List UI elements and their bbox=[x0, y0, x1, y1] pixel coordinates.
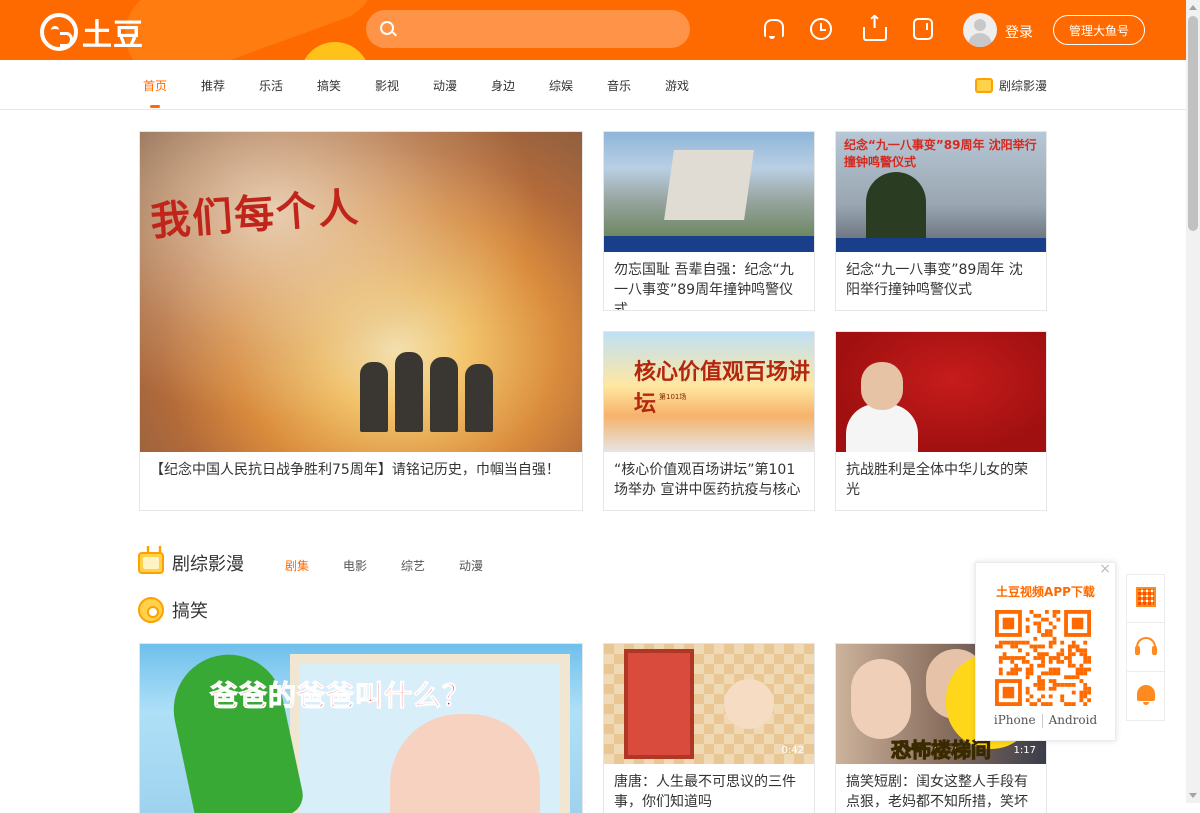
nav-item-anime[interactable]: 动漫 bbox=[433, 77, 457, 94]
card-title[interactable]: 抗战胜利是全体中华儿女的荣光 bbox=[846, 460, 1036, 500]
avatar[interactable] bbox=[963, 13, 997, 47]
qr-code-icon bbox=[1136, 587, 1156, 607]
featured-hero-card[interactable]: 我们每个人 【纪念中国人民抗日战争胜利75周年】请铭记历史，巾帼当自强！ bbox=[139, 131, 583, 511]
nav-item-home[interactable]: 首页 bbox=[143, 77, 167, 108]
thumb-overlay-text: 爸爸的爸爸叫什么？ bbox=[209, 679, 472, 713]
card-title[interactable]: 搞笑短剧：闺女这整人手段有点狠，老妈都不知所措，笑坏了 bbox=[846, 772, 1036, 813]
nav-item-music[interactable]: 音乐 bbox=[607, 77, 631, 94]
phone-icon[interactable] bbox=[913, 18, 933, 40]
thumb-leaf bbox=[163, 644, 307, 813]
thumb-character bbox=[724, 679, 774, 729]
funny-hero-card[interactable]: 爸爸的爸爸叫什么？ bbox=[139, 643, 583, 813]
thumb-speaker-head bbox=[861, 362, 903, 410]
card-title[interactable]: 纪念“九一八事变”89周年 沈阳举行撞钟鸣警仪式 bbox=[846, 260, 1036, 300]
video-thumbnail[interactable]: 0:42 bbox=[604, 644, 814, 764]
hero-title[interactable]: 【纪念中国人民抗日战争胜利75周年】请铭记历史，巾帼当自强！ bbox=[150, 460, 572, 480]
headset-icon bbox=[1135, 637, 1157, 655]
search-input[interactable] bbox=[406, 10, 676, 48]
hero-thumbnail[interactable]: 我们每个人 bbox=[140, 132, 582, 452]
nav-item-recommend[interactable]: 推荐 bbox=[201, 77, 225, 94]
tudou-logo-icon bbox=[40, 13, 78, 51]
section-title[interactable]: 搞笑 bbox=[172, 597, 208, 623]
video-thumbnail[interactable]: 纪念“九一八事变”89周年 沈阳举行撞钟鸣警仪式 bbox=[836, 132, 1046, 252]
disc-icon bbox=[138, 597, 164, 623]
nav-item-nearby[interactable]: 身边 bbox=[491, 77, 515, 94]
funny-section-header: 搞笑 bbox=[138, 597, 208, 623]
bell-icon bbox=[1137, 685, 1155, 705]
tab-drama-series[interactable]: 剧集 bbox=[285, 557, 309, 574]
scroll-thumb[interactable] bbox=[1188, 16, 1198, 231]
search-icon[interactable] bbox=[380, 21, 394, 35]
featured-card[interactable]: 核心价值观百场讲坛 第101场 “核心价值观百场讲坛”第101场举办 宣讲中医药… bbox=[603, 331, 815, 511]
nav-item-lifestyle[interactable]: 乐活 bbox=[259, 77, 283, 94]
customer-service-button[interactable] bbox=[1127, 624, 1164, 672]
featured-card[interactable]: 抗战胜利是全体中华儿女的荣光 bbox=[835, 331, 1047, 511]
thumb-overlay-sub: 第101场 bbox=[659, 393, 687, 401]
thumb-band bbox=[836, 238, 1046, 252]
upload-icon[interactable] bbox=[862, 12, 887, 41]
scroll-up-arrow[interactable] bbox=[1189, 5, 1197, 10]
card-title[interactable]: 勿忘国耻 吾辈自强：纪念“九一八事变”89周年撞钟鸣警仪式 bbox=[614, 260, 804, 310]
section-title[interactable]: 剧综影漫 bbox=[172, 550, 244, 576]
qr-code-image bbox=[995, 610, 1091, 706]
card-title[interactable]: 唐唐：人生最不可思议的三件事，你们知道吗 bbox=[614, 772, 804, 812]
android-link[interactable]: Android bbox=[1049, 713, 1098, 728]
bell-icon[interactable] bbox=[761, 18, 784, 40]
qr-code-button[interactable] bbox=[1127, 575, 1164, 623]
video-thumbnail[interactable]: 核心价值观百场讲坛 第101场 bbox=[604, 332, 814, 452]
tab-anime[interactable]: 动漫 bbox=[459, 557, 483, 574]
login-link[interactable]: 登录 bbox=[1005, 22, 1033, 42]
video-duration: 1:17 bbox=[1013, 745, 1036, 756]
card-title[interactable]: “核心价值观百场讲坛”第101场举办 宣讲中医药抗疫与核心价值观 bbox=[614, 460, 804, 500]
main-nav: 首页 推荐 乐活 搞笑 影视 动漫 身边 综娱 音乐 游戏 剧综影漫 bbox=[0, 60, 1186, 110]
tab-variety[interactable]: 综艺 bbox=[401, 557, 425, 574]
nav-drama-label: 剧综影漫 bbox=[999, 79, 1048, 93]
scroll-down-arrow[interactable] bbox=[1189, 793, 1197, 798]
nav-item-entertainment[interactable]: 综娱 bbox=[549, 77, 573, 94]
divider bbox=[1041, 714, 1043, 728]
logo-text: 土豆 bbox=[82, 18, 144, 53]
search-box[interactable] bbox=[366, 10, 690, 48]
video-duration: 0:42 bbox=[781, 745, 804, 756]
thumb-memorial-stone bbox=[664, 150, 754, 220]
notification-button[interactable] bbox=[1127, 673, 1164, 721]
video-thumbnail[interactable] bbox=[836, 332, 1046, 452]
thumb-overlay-text: 核心价值观百场讲坛 bbox=[634, 359, 811, 417]
manage-account-button[interactable]: 管理大鱼号 bbox=[1053, 15, 1145, 45]
thumb-band bbox=[604, 236, 814, 252]
thumb-face bbox=[851, 659, 911, 739]
tv-icon bbox=[975, 78, 993, 93]
video-thumbnail[interactable] bbox=[604, 132, 814, 252]
tv-icon bbox=[138, 552, 164, 574]
close-icon[interactable]: × bbox=[1099, 561, 1111, 577]
iphone-link[interactable]: iPhone bbox=[994, 713, 1036, 728]
app-download-popup: × 土豆视频APP下载 iPhone Android bbox=[975, 561, 1116, 741]
nav-item-film[interactable]: 影视 bbox=[375, 77, 399, 94]
side-toolbar bbox=[1126, 574, 1165, 721]
scrollbar[interactable] bbox=[1186, 0, 1200, 803]
nav-item-games[interactable]: 游戏 bbox=[665, 77, 689, 94]
funny-card[interactable]: 0:42 唐唐：人生最不可思议的三件事，你们知道吗 bbox=[603, 643, 815, 813]
featured-card[interactable]: 勿忘国耻 吾辈自强：纪念“九一八事变”89周年撞钟鸣警仪式 bbox=[603, 131, 815, 311]
featured-card[interactable]: 纪念“九一八事变”89周年 沈阳举行撞钟鸣警仪式 纪念“九一八事变”89周年 沈… bbox=[835, 131, 1047, 311]
thumb-speaker-body bbox=[846, 404, 918, 452]
video-thumbnail[interactable]: 爸爸的爸爸叫什么？ bbox=[140, 644, 582, 813]
popup-title: 土豆视频APP下载 bbox=[996, 585, 1095, 599]
thumb-banner: 纪念“九一八事变”89周年 沈阳举行撞钟鸣警仪式 bbox=[844, 138, 1037, 169]
header-decoration bbox=[300, 42, 370, 60]
top-header: 土豆 登录 管理大鱼号 bbox=[0, 0, 1186, 60]
platform-links: iPhone Android bbox=[976, 713, 1115, 728]
nav-item-funny[interactable]: 搞笑 bbox=[317, 77, 341, 94]
thumb-door bbox=[624, 649, 694, 759]
nav-drama-link[interactable]: 剧综影漫 bbox=[975, 77, 1047, 94]
clock-icon[interactable] bbox=[810, 18, 832, 40]
drama-section-header: 剧综影漫 bbox=[138, 550, 244, 576]
hero-soldiers bbox=[350, 332, 510, 432]
tudou-logo[interactable]: 土豆 bbox=[40, 10, 144, 54]
tab-movies[interactable]: 电影 bbox=[343, 557, 367, 574]
